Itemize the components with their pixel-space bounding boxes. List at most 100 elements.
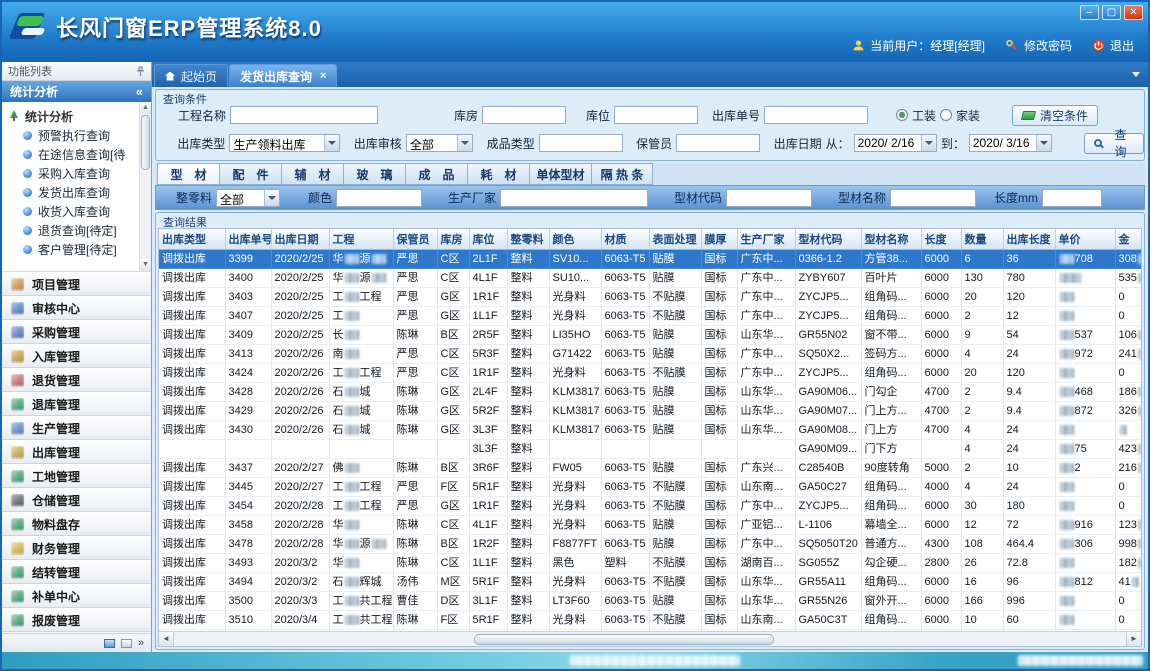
column-header[interactable]: 金 [1115,229,1142,249]
sidebar-item-project-management[interactable]: 项目管理 [2,272,151,296]
whole-part-select[interactable]: 全部 [216,189,280,207]
outbound-type-select[interactable]: 生产领料出库 [229,134,340,152]
radio-work-uniform[interactable]: 工装 [896,107,936,124]
table-row[interactable]: 调拨出库34452020/2/27工工程严思F区5R1F整料光身料6063-T5… [159,477,1142,496]
tree-item-customer-management[interactable]: 客户管理[待定] [8,240,139,259]
chevron-down-icon[interactable] [921,135,936,151]
sidebar-item-finance-management[interactable]: 财务管理 [2,536,151,560]
column-header[interactable]: 出库单号 [225,229,271,249]
material-tab-insulation-strip[interactable]: 隔 热 条 [591,163,653,185]
table-row[interactable]: 调拨出库34242020/2/26工工程严思C区1R1F整料光身料6063-T5… [159,363,1142,382]
table-row[interactable]: 调拨出库34072020/2/25工严思G区1L1F整料光身料6063-T5不贴… [159,306,1142,325]
order-no-input[interactable] [764,106,868,124]
chevron-down-icon[interactable] [324,135,339,151]
scroll-down-icon[interactable]: ▼ [140,259,151,271]
table-row[interactable]: 调拨出库34132020/2/26南严思C区5R3F整料G714226063-T… [159,344,1142,363]
sidebar-item-outbound-management[interactable]: 出库管理 [2,440,151,464]
chevron-down-icon[interactable] [1036,135,1051,151]
material-tab-glass[interactable]: 玻 璃 [343,163,405,185]
column-header[interactable]: 单价 [1055,229,1115,249]
audit-select[interactable]: 全部 [406,134,473,152]
table-row[interactable]: 调拨出库34002020/2/25华源严思C区4L1F整料SU10...6063… [159,268,1142,287]
column-header[interactable]: 出库类型 [159,229,225,249]
column-header[interactable]: 材质 [601,229,649,249]
material-tab-profile[interactable]: 型 材 [157,163,219,185]
length-input[interactable] [1042,189,1102,207]
column-header[interactable]: 整零料 [507,229,549,249]
table-row[interactable]: 3L3F整料GA90M09...门下方42475423 [159,439,1142,458]
chevron-down-icon[interactable] [264,190,279,206]
column-header[interactable]: 型材代码 [795,229,861,249]
tree-item-return-query[interactable]: 退货查询[待定] [8,221,139,240]
collapse-icon[interactable]: « [136,84,143,99]
change-password-link[interactable]: 修改密码 [1005,37,1072,54]
tab-list-chevron-icon[interactable] [1132,72,1140,77]
column-header[interactable]: 长度 [921,229,961,249]
tree-root-node[interactable]: 统计分析 [8,106,139,126]
column-header[interactable]: 颜色 [549,229,601,249]
sidebar-item-scrap-management[interactable]: 报废管理 [2,608,151,632]
manufacturer-input[interactable] [500,189,648,207]
sidebar-item-return-goods-management[interactable]: 退货管理 [2,368,151,392]
date-from-picker[interactable]: 2020/ 2/16 [854,134,937,152]
column-header[interactable]: 出库长度 [1003,229,1055,249]
sidebar-item-carryover-management[interactable]: 结转管理 [2,560,151,584]
clear-conditions-button[interactable]: 清空条件 [1012,105,1098,126]
tab-start-page[interactable]: 起始页 [154,64,228,87]
sidebar-item-audit-center[interactable]: 审核中心 [2,296,151,320]
sidebar-section-header[interactable]: 统计分析 « [2,81,151,102]
color-input[interactable] [336,189,422,207]
sidebar-item-production-management[interactable]: 生产管理 [2,416,151,440]
horizontal-scrollbar[interactable]: ◄ ► [159,631,1141,646]
location-input[interactable] [614,106,698,124]
scroll-up-icon[interactable]: ▲ [140,102,151,114]
scroll-left-icon[interactable]: ◄ [159,632,174,646]
scrollbar-thumb[interactable] [141,115,150,170]
column-header[interactable]: 工程 [329,229,393,249]
material-tab-single-profile[interactable]: 单体型材 [529,163,591,185]
column-header[interactable]: 出库日期 [271,229,329,249]
overflow-chevron-icon[interactable]: » [138,637,144,649]
sidebar-item-site-management[interactable]: 工地管理 [2,464,151,488]
product-type-input[interactable] [539,134,623,152]
profile-name-input[interactable] [890,189,976,207]
table-row[interactable]: 调拨出库34942020/3/2石辉城汤伟M区5R1F整料光身料6063-T5不… [159,572,1142,591]
column-header[interactable]: 库房 [437,229,469,249]
sidebar-item-material-inventory[interactable]: 物料盘存 [2,512,151,536]
monitor-icon[interactable] [104,639,115,648]
tree-item-purchase-inbound-query[interactable]: 采购入库查询 [8,164,139,183]
material-tab-auxiliary[interactable]: 辅 材 [281,163,343,185]
chevron-down-icon[interactable] [457,135,472,151]
table-row[interactable]: 调拨出库34372020/2/27佛陈琳B区3R6F整料FW056063-T5贴… [159,458,1142,477]
sidebar-item-return-store-management[interactable]: 退库管理 [2,392,151,416]
table-row[interactable]: 调拨出库34782020/2/28华源陈琳B区1R2F整料F8877FT6063… [159,534,1142,553]
column-header[interactable]: 保管员 [393,229,437,249]
column-header[interactable]: 库位 [469,229,507,249]
table-row[interactable]: 调拨出库34092020/2/25长陈琳B区2R5F整料LI35HO6063-T… [159,325,1142,344]
close-button[interactable]: ✕ [1124,5,1143,20]
pin-icon[interactable] [136,66,145,77]
minimize-button[interactable]: – [1080,5,1099,20]
table-row[interactable]: 调拨出库34302020/2/26石城陈琳G区3L3F整料KLM38176063… [159,420,1142,439]
table-row[interactable]: 调拨出库35002020/3/3工共工程曹佳D区3L1F整料LT3F606063… [159,591,1142,610]
table-row[interactable]: 调拨出库33992020/2/25华源严思C区2L1F整料SV10...6063… [159,249,1142,268]
sidebar-item-warehouse-management[interactable]: 仓储管理 [2,488,151,512]
material-tab-consumable[interactable]: 耗 材 [467,163,529,185]
column-header[interactable]: 表面处理 [649,229,701,249]
tree-item-shipping-outbound-query[interactable]: 发货出库查询 [8,183,139,202]
tree-item-warning-exec-query[interactable]: 预警执行查询 [8,126,139,145]
column-header[interactable]: 生产厂家 [737,229,795,249]
column-header[interactable]: 型材名称 [861,229,921,249]
table-row[interactable]: 调拨出库34542020/2/28工工程严思G区1R1F整料光身料6063-T5… [159,496,1142,515]
profile-code-input[interactable] [726,189,812,207]
search-button[interactable]: 查 询 [1084,133,1144,154]
tab-close-icon[interactable]: × [320,71,326,81]
scroll-right-icon[interactable]: ► [1126,632,1141,646]
project-name-input[interactable] [230,106,378,124]
tree-item-in-transit-info-query[interactable]: 在途信息查询[待 [8,145,139,164]
logout-button[interactable]: 退出 [1092,37,1134,54]
table-row[interactable]: 调拨出库34032020/2/25工工程严思G区1R1F整料光身料6063-T5… [159,287,1142,306]
keeper-input[interactable] [676,134,760,152]
column-header[interactable]: 数量 [961,229,1003,249]
material-tab-finished[interactable]: 成 品 [405,163,467,185]
